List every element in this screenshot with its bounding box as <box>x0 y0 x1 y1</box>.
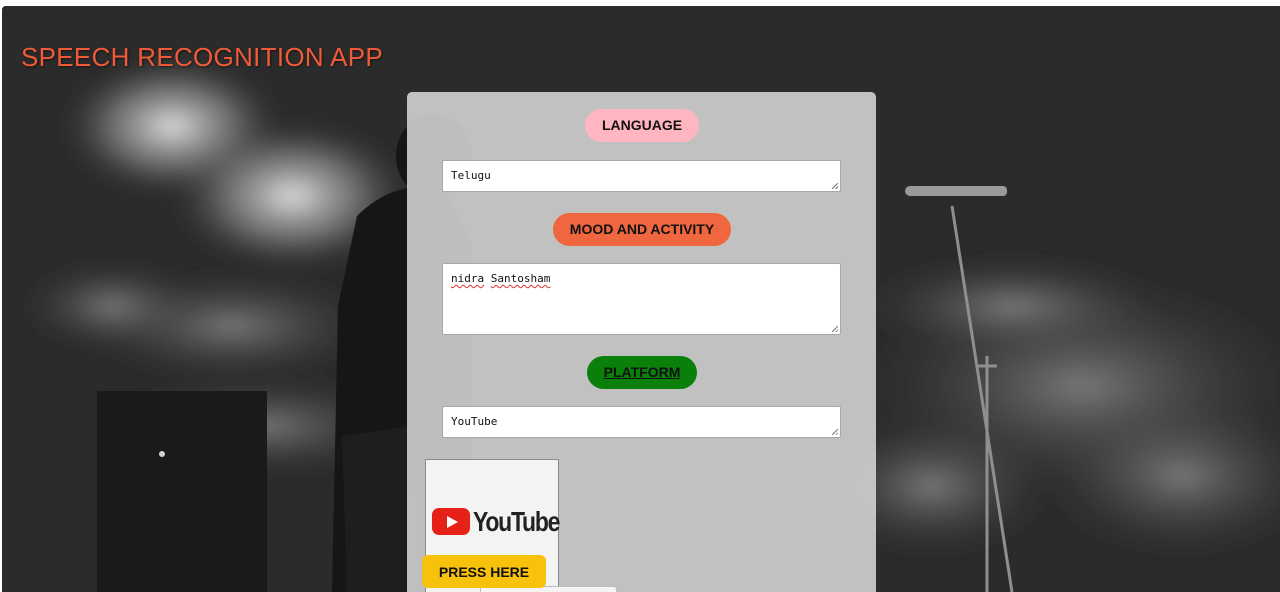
mood-activity-textarea[interactable]: nidra Santosham <box>442 263 841 335</box>
platform-textarea[interactable]: YouTube <box>442 406 841 438</box>
page-title: SPEECH RECOGNITION APP <box>21 42 384 72</box>
press-here-button[interactable]: PRESS HERE <box>422 555 546 588</box>
language-label: LANGUAGE <box>585 109 699 142</box>
language-value: Telugu <box>451 169 491 182</box>
mood-word: nidra <box>451 272 485 285</box>
mood-activity-label: MOOD AND ACTIVITY <box>553 213 731 246</box>
microphone <box>905 186 1007 196</box>
youtube-logo-text: YouTube <box>473 506 560 537</box>
youtube-play-icon <box>432 508 470 535</box>
amplifier <box>97 391 267 592</box>
app-window: SPEECH RECOGNITION APP LANGUAGE Telugu M… <box>2 6 1280 592</box>
resize-handle-icon[interactable] <box>832 183 838 189</box>
form-panel: LANGUAGE Telugu MOOD AND ACTIVITY nidra … <box>407 92 876 592</box>
mood-word: Santosham <box>490 272 551 285</box>
resize-handle-icon[interactable] <box>832 429 838 435</box>
resize-handle-icon[interactable] <box>832 326 838 332</box>
platform-value: YouTube <box>451 415 498 428</box>
platform-label[interactable]: PLATFORM <box>587 356 697 389</box>
language-textarea[interactable]: Telugu <box>442 160 841 192</box>
